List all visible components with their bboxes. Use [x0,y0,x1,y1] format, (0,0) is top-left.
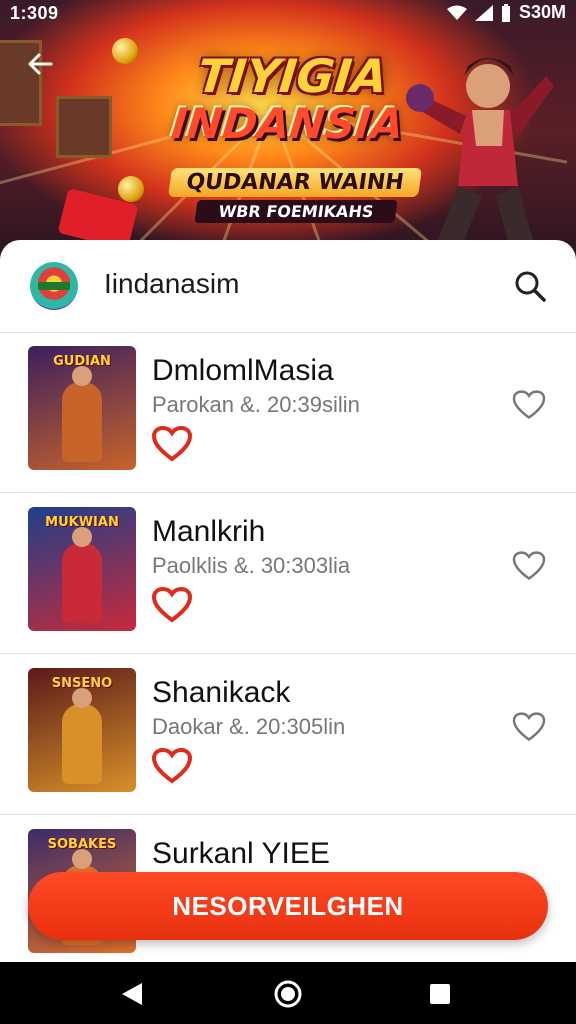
game-name: Manlkrih [152,515,266,548]
signal-icon [474,4,493,21]
square-recents-icon [430,984,450,1004]
search-header: Iindanasim [0,240,576,333]
hero-character-illustration [406,58,554,250]
game-thumbnail: SNSENO [28,668,136,792]
hero-title: TIYIGIA INDANSIA [169,49,406,148]
heart-filled-icon[interactable] [152,426,192,462]
back-button[interactable] [20,44,60,84]
game-meta: Daokar &. 20:305lin [152,714,346,739]
home-circle-icon [274,980,302,1008]
primary-action-button[interactable]: NESORVEILGHEN [28,872,548,940]
nav-recents-button[interactable] [424,978,456,1010]
status-time: 1:309 [10,3,59,23]
wifi-icon [446,5,467,20]
arrow-left-icon [28,53,53,75]
status-battery-text: S30M [518,2,566,22]
heart-outline-icon[interactable] [512,712,546,742]
game-name: DmlomlMasia [152,354,334,387]
game-name: Shanikack [152,676,291,709]
nav-home-button[interactable] [272,978,304,1010]
hero-tagline: WBR FOEMIKAHS [194,200,398,223]
heart-outline-icon[interactable] [512,390,546,420]
game-thumbnail: MUKWIAN [28,507,136,631]
status-bar: 1:309 S30M [0,0,576,28]
hero-subtitle: QUDANAR WAINH [167,168,423,197]
list-item[interactable]: MUKWIAN Manlkrih Paolklis &. 30:303lia [0,493,576,654]
search-title: Iindanasim [104,268,240,299]
battery-icon [501,3,510,22]
app-logo [30,262,78,310]
game-meta: Parokan &. 20:39silin [152,392,360,417]
list-item[interactable]: SNSENO Shanikack Daokar &. 20:305lin [0,654,576,815]
heart-filled-icon[interactable] [152,748,192,784]
system-nav-bar [0,962,576,1024]
heart-outline-icon[interactable] [512,551,546,581]
nav-back-button[interactable] [116,978,148,1010]
game-name: Surkanl YIEE [152,837,330,870]
search-icon [515,271,546,302]
game-meta: Paolklis &. 30:303lia [152,553,351,578]
triangle-back-icon [122,983,142,1005]
search-button[interactable] [510,266,550,306]
hero-banner: TIYIGIA INDANSIA QUDANAR WAINH WBR FOEMI… [0,0,576,262]
heart-filled-icon[interactable] [152,587,192,623]
list-item[interactable]: GUDIAN DmlomlMasia Parokan &. 20:39silin [0,332,576,493]
game-thumbnail: GUDIAN [28,346,136,470]
